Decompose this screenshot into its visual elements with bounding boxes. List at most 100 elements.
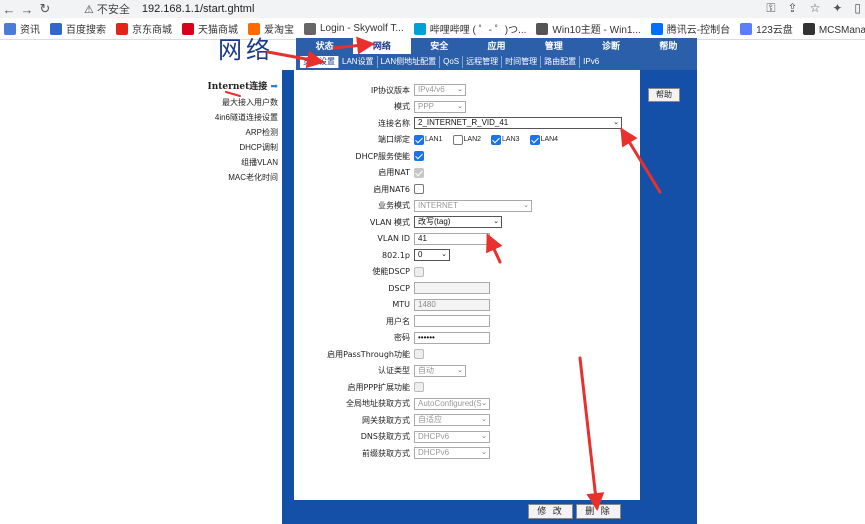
row-auth-type: 认证类型 自动 ⌄	[294, 363, 640, 380]
sidebar-item-label: MAC老化时间	[228, 173, 278, 182]
subtab-0[interactable]: 宽带设置	[300, 56, 339, 68]
chevron-down-icon: ⌄	[457, 86, 463, 94]
passthrough-checkbox[interactable]	[414, 349, 424, 360]
tab-6[interactable]: 帮助	[640, 38, 697, 54]
modify-button[interactable]: 修 改	[528, 504, 573, 519]
sidebar: Internet连接 ➡ 最大接入用户数 4in6隧道连接设置 ARP检测 DHCP调制…	[190, 80, 286, 185]
sidebar-item[interactable]: 最大接入用户数	[190, 95, 286, 110]
tab-2[interactable]: 安全	[411, 38, 468, 54]
dot1p-select[interactable]: 0 ⌄	[414, 249, 450, 262]
bookmark-item[interactable]: 哔哩哔哩 ( ゜- ゜)つ...	[413, 21, 527, 36]
warning-icon: ⚠	[84, 3, 94, 16]
nat-checkbox[interactable]	[414, 167, 424, 178]
prefix-select[interactable]: DHCPv6 ⌄	[414, 447, 490, 460]
bookmark-favicon-icon	[650, 22, 663, 35]
url-field[interactable]: 192.168.1.1/start.ghtml	[142, 3, 255, 15]
extensions-icon[interactable]: ✦	[832, 1, 842, 16]
bookmark-item[interactable]: Win10主题 - Win1...	[536, 21, 641, 36]
ppp-ext-checkbox[interactable]	[414, 382, 424, 393]
tab-4[interactable]: 管理	[525, 38, 582, 54]
dscp-input[interactable]	[414, 282, 490, 295]
sidebar-item[interactable]: MAC老化时间	[190, 170, 286, 185]
key-icon[interactable]: ⚿	[766, 1, 775, 16]
chevron-down-icon: ⌄	[613, 119, 619, 127]
vlan-mode-label: VLAN 模式	[369, 217, 410, 227]
nat6-checkbox[interactable]	[414, 184, 424, 195]
sidebar-item[interactable]: ARP检测	[190, 125, 286, 140]
subtab-3[interactable]: QoS	[440, 56, 464, 68]
delete-button[interactable]: 删 除	[576, 504, 621, 519]
subtab-7[interactable]: IPv6	[580, 56, 602, 68]
subtab-5[interactable]: 时间管理	[502, 56, 542, 68]
sidebar-item[interactable]: 组播VLAN	[190, 155, 286, 170]
port-option[interactable]: LAN4	[529, 134, 558, 145]
row-ppp-ext: 启用PPP扩展功能	[294, 379, 640, 396]
dscp-enable-checkbox[interactable]	[414, 266, 424, 277]
bookmark-item[interactable]: MCSManager 管...	[802, 21, 865, 36]
row-dscp: DSCP	[294, 280, 640, 297]
browser-actions: ⚿ ⇪ ☆ ✦ ▯	[766, 1, 861, 16]
port-option[interactable]: LAN2	[452, 134, 481, 145]
username-input[interactable]	[414, 315, 490, 328]
sidebar-item[interactable]: 4in6隧道连接设置	[190, 110, 286, 125]
subtab-2[interactable]: LAN侧地址配置	[378, 56, 441, 68]
ip-version-select[interactable]: IPv4/v6 ⌄	[414, 84, 466, 97]
bookmark-item[interactable]: 腾讯云-控制台	[650, 21, 730, 36]
vlan-id-input[interactable]: 41	[414, 232, 490, 245]
dhcp-checkbox[interactable]	[414, 151, 424, 162]
tab-0[interactable]: 状态	[296, 38, 353, 54]
subtab-1[interactable]: LAN设置	[339, 56, 378, 68]
bookmark-favicon-icon	[802, 22, 815, 35]
sidebar-item[interactable]: DHCP调制	[190, 140, 286, 155]
chevron-down-icon: ⌄	[481, 432, 487, 440]
subtab-4[interactable]: 远程管理	[463, 56, 503, 68]
row-gateway: 网关获取方式 自适应 ⌄	[294, 412, 640, 429]
bookmark-item[interactable]: 资讯	[4, 21, 40, 36]
port-checkbox[interactable]	[452, 134, 463, 145]
password-input[interactable]: ••••••	[414, 331, 490, 344]
help-button[interactable]: 帮助	[648, 88, 680, 102]
back-icon[interactable]: ←	[0, 2, 18, 17]
forward-icon[interactable]: →	[18, 2, 36, 17]
share-icon[interactable]: ⇪	[788, 1, 798, 16]
port-checkbox[interactable]	[529, 134, 540, 145]
row-port-bind: 端口绑定 LAN1 LAN2 LAN3 LAN4	[294, 132, 640, 149]
tab-1[interactable]: 网络	[353, 38, 411, 54]
row-mode: 模式 PPP ⌄	[294, 99, 640, 116]
row-mtu: MTU 1480	[294, 297, 640, 314]
port-option[interactable]: LAN1	[414, 134, 443, 145]
sidebar-item[interactable]: Internet连接 ➡	[190, 80, 286, 95]
wan-form: IP协议版本 IPv4/v6 ⌄ 模式 PPP ⌄ 连接名称 2_INTERNET_…	[294, 82, 640, 462]
bookmark-favicon-icon	[116, 22, 128, 35]
vlan-mode-select[interactable]: 改写(tag) ⌄	[414, 216, 502, 229]
tab-5[interactable]: 诊断	[582, 38, 639, 54]
row-nat6: 启用NAT6	[294, 181, 640, 198]
subtab-6[interactable]: 路由配置	[541, 56, 581, 68]
gateway-select[interactable]: 自适应 ⌄	[414, 414, 490, 427]
conn-name-value: 2_INTERNET_R_VID_41	[418, 118, 509, 128]
port-option[interactable]: LAN3	[491, 134, 520, 145]
chevron-down-icon: ⌄	[481, 399, 487, 407]
auth-type-select[interactable]: 自动 ⌄	[414, 364, 466, 377]
port-checkbox[interactable]	[491, 134, 502, 145]
service-mode-select[interactable]: INTERNET ⌄	[414, 199, 532, 212]
conn-name-select[interactable]: 2_INTERNET_R_VID_41 ⌄	[414, 117, 622, 130]
security-warning[interactable]: ⚠ 不安全	[84, 1, 130, 17]
bookmark-item[interactable]: 百度搜索	[50, 21, 106, 36]
global-addr-select[interactable]: AutoConfigured(S ⌄	[414, 397, 490, 410]
auth-type-label: 认证类型	[378, 366, 410, 376]
sidebar-toggle-icon[interactable]: ▯	[854, 1, 861, 16]
ip-version-label: IP协议版本	[370, 85, 410, 95]
star-icon[interactable]: ☆	[810, 1, 821, 16]
dns-select[interactable]: DHCPv6 ⌄	[414, 430, 490, 443]
bookmark-label: 哔哩哔哩 ( ゜- ゜)つ...	[429, 25, 527, 36]
tab-3[interactable]: 应用	[468, 38, 525, 54]
bookmark-label: MCSManager 管...	[818, 25, 865, 36]
bookmark-item[interactable]: 123云盘	[740, 21, 793, 36]
bookmark-item[interactable]: Login - Skywolf T...	[304, 22, 404, 35]
mode-select[interactable]: PPP ⌄	[414, 100, 466, 113]
bookmark-item[interactable]: 京东商城	[116, 21, 172, 36]
port-checkbox[interactable]	[414, 134, 424, 145]
mtu-input[interactable]: 1480	[414, 298, 490, 311]
reload-icon[interactable]: ↻	[36, 1, 54, 17]
